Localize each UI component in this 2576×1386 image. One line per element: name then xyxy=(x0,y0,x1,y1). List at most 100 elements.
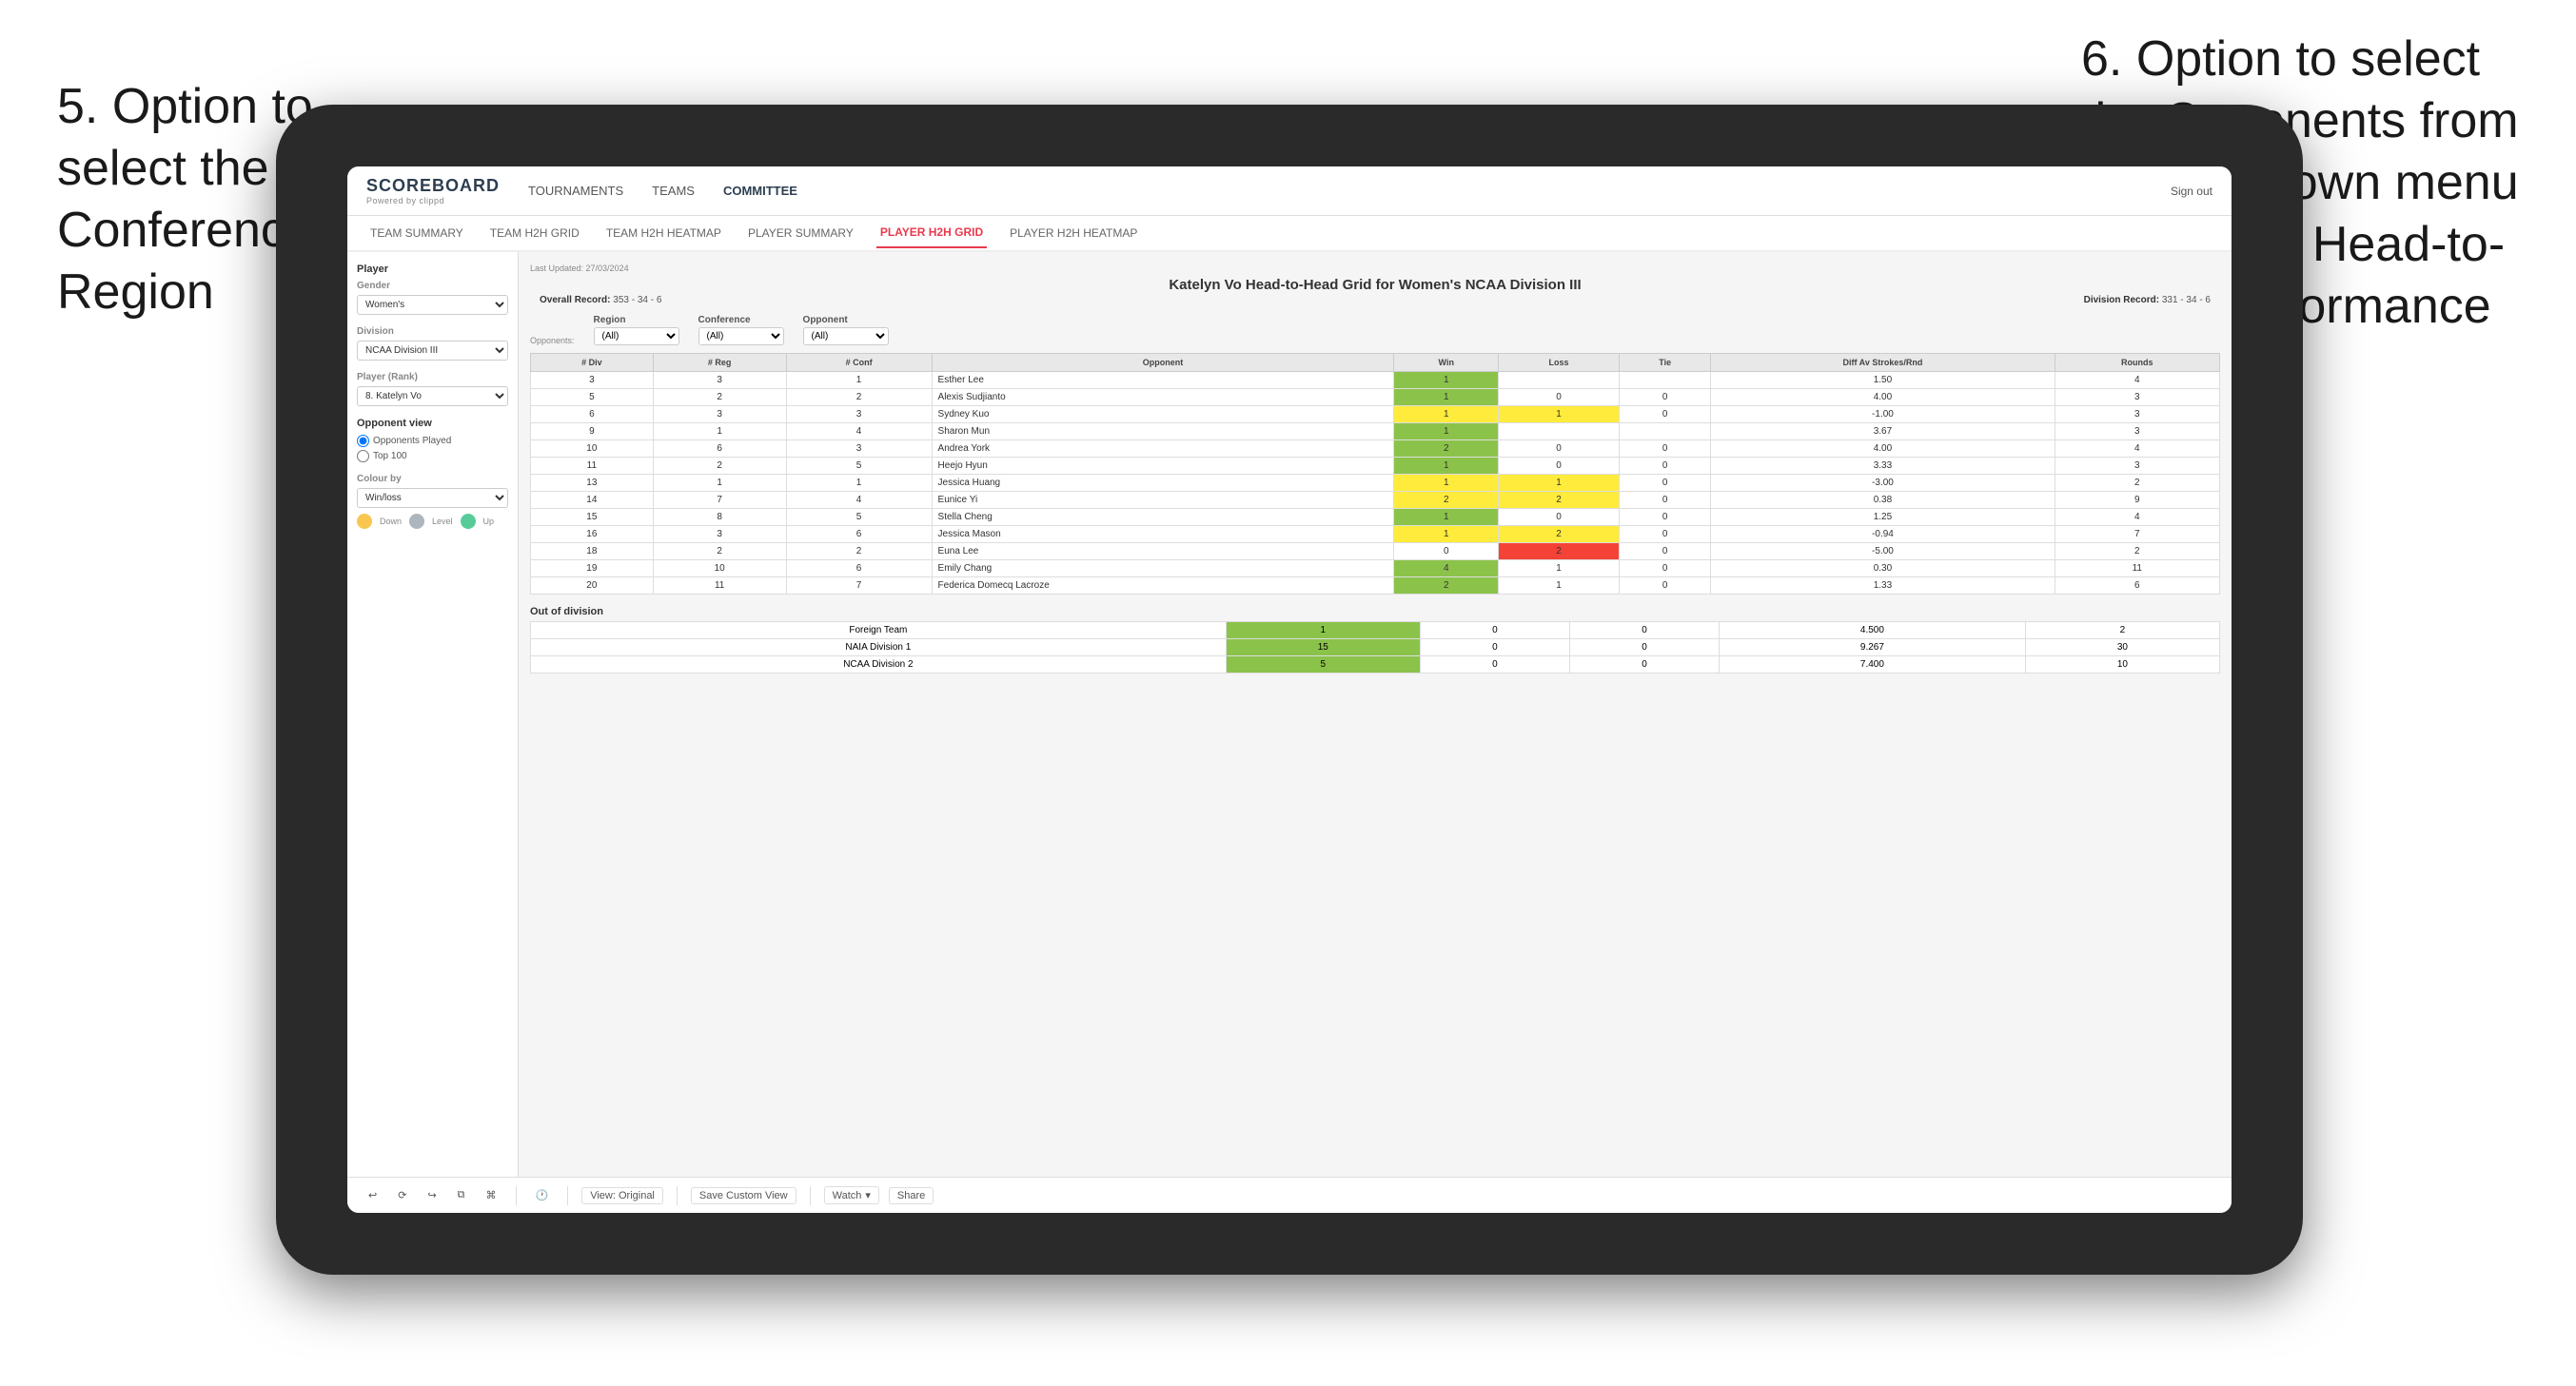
radio-top100[interactable]: Top 100 xyxy=(357,450,508,462)
ood-name: NCAA Division 2 xyxy=(531,656,1227,673)
subnav-player-h2h-heatmap[interactable]: PLAYER H2H HEATMAP xyxy=(1006,219,1141,247)
sidebar-gender-label: Gender xyxy=(357,281,508,291)
opponent-filter-label: Opponent xyxy=(803,315,889,325)
cell-diff: -5.00 xyxy=(1711,543,2055,560)
cell-div: 14 xyxy=(531,492,654,509)
sidebar-opponent-view-title: Opponent view xyxy=(357,418,508,429)
col-reg: # Reg xyxy=(653,354,786,372)
cell-win: 2 xyxy=(1394,492,1499,509)
cell-div: 16 xyxy=(531,526,654,543)
clock-button[interactable]: 🕐 xyxy=(530,1187,555,1203)
cell-opponent: Alexis Sudjianto xyxy=(932,389,1394,406)
subnav-team-h2h-heatmap[interactable]: TEAM H2H HEATMAP xyxy=(602,219,725,247)
cell-diff: 1.33 xyxy=(1711,577,2055,595)
sign-out-link[interactable]: Sign out xyxy=(2171,185,2212,198)
cell-opponent: Sharon Mun xyxy=(932,423,1394,440)
cell-opponent: Emily Chang xyxy=(932,560,1394,577)
subnav-team-h2h-grid[interactable]: TEAM H2H GRID xyxy=(486,219,583,247)
conference-filter-select[interactable]: (All) xyxy=(698,327,784,345)
colour-down-label: Down xyxy=(380,517,402,526)
cell-conf: 3 xyxy=(786,406,932,423)
cell-reg: 8 xyxy=(653,509,786,526)
cell-tie xyxy=(1619,372,1710,389)
cell-tie: 0 xyxy=(1619,492,1710,509)
paste-button[interactable]: ⌘ xyxy=(481,1187,502,1203)
region-filter-select[interactable]: (All) xyxy=(594,327,679,345)
redo-btn1[interactable]: ⟳ xyxy=(392,1187,412,1203)
out-of-division-header: Out of division xyxy=(530,606,2220,617)
subnav-player-h2h-grid[interactable]: PLAYER H2H GRID xyxy=(876,218,987,248)
sidebar-player-rank-label: Player (Rank) xyxy=(357,372,508,382)
cell-rounds: 7 xyxy=(2055,526,2219,543)
view-original-button[interactable]: View: Original xyxy=(581,1187,663,1204)
radio-opponents-played[interactable]: Opponents Played xyxy=(357,435,508,447)
table-row: 9 1 4 Sharon Mun 1 3.67 3 xyxy=(531,423,2220,440)
cell-reg: 7 xyxy=(653,492,786,509)
cell-opponent: Esther Lee xyxy=(932,372,1394,389)
cell-tie: 0 xyxy=(1619,526,1710,543)
cell-rounds: 2 xyxy=(2055,543,2219,560)
undo-button[interactable]: ↩ xyxy=(363,1187,383,1203)
opponent-filter-select[interactable]: (All) xyxy=(803,327,889,345)
table-row: 3 3 1 Esther Lee 1 1.50 4 xyxy=(531,372,2220,389)
separator-3 xyxy=(677,1186,678,1205)
ood-tie: 0 xyxy=(1569,622,1719,639)
cell-reg: 1 xyxy=(653,423,786,440)
grid-title: Katelyn Vo Head-to-Head Grid for Women's… xyxy=(530,277,2220,293)
nav-teams[interactable]: TEAMS xyxy=(652,180,695,202)
cell-conf: 7 xyxy=(786,577,932,595)
cell-tie: 0 xyxy=(1619,475,1710,492)
subnav-team-summary[interactable]: TEAM SUMMARY xyxy=(366,219,467,247)
share-button[interactable]: Share xyxy=(889,1187,934,1204)
sidebar-colour-by-select[interactable]: Win/loss xyxy=(357,488,508,508)
cell-diff: 4.00 xyxy=(1711,440,2055,458)
cell-opponent: Jessica Mason xyxy=(932,526,1394,543)
nav-committee[interactable]: COMMITTEE xyxy=(723,180,797,202)
save-custom-view-button[interactable]: Save Custom View xyxy=(691,1187,796,1204)
region-filter-label: Region xyxy=(594,315,679,325)
sidebar-division-label: Division xyxy=(357,326,508,337)
watch-button[interactable]: Watch ▾ xyxy=(824,1186,879,1204)
table-row: 5 2 2 Alexis Sudjianto 1 0 0 4.00 3 xyxy=(531,389,2220,406)
cell-rounds: 3 xyxy=(2055,423,2219,440)
sidebar-division-select[interactable]: NCAA Division III xyxy=(357,341,508,361)
subnav-player-summary[interactable]: PLAYER SUMMARY xyxy=(744,219,857,247)
cell-opponent: Stella Cheng xyxy=(932,509,1394,526)
cell-reg: 2 xyxy=(653,543,786,560)
cell-diff: 3.33 xyxy=(1711,458,2055,475)
overall-record: Overall Record: 353 - 34 - 6 xyxy=(540,295,661,305)
ood-name: Foreign Team xyxy=(531,622,1227,639)
cell-opponent: Jessica Huang xyxy=(932,475,1394,492)
cell-opponent: Sydney Kuo xyxy=(932,406,1394,423)
cell-win: 2 xyxy=(1394,440,1499,458)
conference-filter-label: Conference xyxy=(698,315,784,325)
col-loss: Loss xyxy=(1499,354,1620,372)
cell-reg: 10 xyxy=(653,560,786,577)
cell-conf: 2 xyxy=(786,389,932,406)
cell-conf: 5 xyxy=(786,458,932,475)
cell-win: 1 xyxy=(1394,389,1499,406)
ood-tie: 0 xyxy=(1569,656,1719,673)
cell-loss: 1 xyxy=(1499,406,1620,423)
logo-text: SCOREBOARD xyxy=(366,176,500,196)
cell-diff: 1.25 xyxy=(1711,509,2055,526)
sidebar-player-rank-select[interactable]: 8. Katelyn Vo xyxy=(357,386,508,406)
copy-button[interactable]: ⧉ xyxy=(452,1187,471,1203)
cell-rounds: 9 xyxy=(2055,492,2219,509)
nav-tournaments[interactable]: TOURNAMENTS xyxy=(528,180,623,202)
sidebar-gender-select[interactable]: Women's xyxy=(357,295,508,315)
cell-reg: 1 xyxy=(653,475,786,492)
cell-tie: 0 xyxy=(1619,406,1710,423)
division-record: Division Record: 331 - 34 - 6 xyxy=(2084,295,2211,305)
logo-sub: Powered by clippd xyxy=(366,196,500,205)
table-row: 18 2 2 Euna Lee 0 2 0 -5.00 2 xyxy=(531,543,2220,560)
col-tie: Tie xyxy=(1619,354,1710,372)
redo-btn2[interactable]: ↪ xyxy=(422,1187,442,1203)
ood-win: 15 xyxy=(1226,639,1420,656)
table-row: 15 8 5 Stella Cheng 1 0 0 1.25 4 xyxy=(531,509,2220,526)
table-row: 20 11 7 Federica Domecq Lacroze 2 1 0 1.… xyxy=(531,577,2220,595)
cell-diff: -3.00 xyxy=(1711,475,2055,492)
watch-chevron-icon: ▾ xyxy=(865,1189,871,1201)
cell-loss: 2 xyxy=(1499,492,1620,509)
colour-level xyxy=(409,514,424,529)
